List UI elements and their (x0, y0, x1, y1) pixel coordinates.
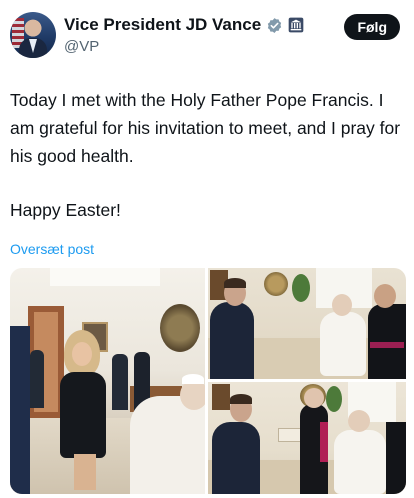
pope-robe (334, 430, 386, 494)
tweet-paragraph-1: Today I met with the Holy Father Pope Fr… (10, 90, 401, 166)
photo-hallway-greeting[interactable] (10, 268, 205, 494)
follow-button[interactable]: Følg (344, 14, 400, 40)
avatar[interactable] (10, 12, 56, 58)
person-background-2 (112, 354, 128, 410)
pope-head (180, 380, 205, 410)
photo-gift-exchange[interactable] (208, 382, 406, 494)
photo-seated-meeting[interactable] (208, 268, 406, 379)
pope-head (348, 410, 370, 432)
translate-link[interactable]: Oversæt post (10, 241, 94, 257)
priest-sash (370, 342, 404, 348)
plant (292, 274, 310, 302)
ceiling-light (50, 268, 160, 286)
wall-medallion (160, 304, 200, 352)
jd-suit (212, 422, 260, 494)
person-background-1 (30, 350, 44, 408)
pope-robe (320, 312, 366, 376)
gift-box (278, 428, 302, 442)
cardinal-head (304, 388, 324, 408)
priest-cassock (386, 422, 406, 494)
jd-hair (224, 278, 246, 288)
display-name[interactable]: Vice President JD Vance (64, 15, 261, 35)
pope-white-robe (130, 396, 205, 494)
woman-legs (74, 454, 96, 490)
cardinal-sash (320, 422, 328, 462)
person-left-edge (10, 326, 30, 494)
woman-face (72, 342, 92, 366)
wall-painting (212, 384, 230, 410)
tweet-header: Vice President JD Vance @VP Følg (8, 10, 406, 62)
jd-hair (230, 394, 252, 404)
pope-zucchetto (182, 374, 204, 384)
jd-suit (210, 302, 254, 379)
woman-dress (60, 372, 106, 458)
plant (326, 386, 342, 412)
pope-head (332, 294, 352, 316)
tweet-text: Today I met with the Holy Father Pope Fr… (10, 86, 406, 224)
wall-medallion (264, 272, 288, 296)
media-grid (10, 268, 406, 494)
verified-badge-icon (268, 17, 282, 33)
priest-head (374, 284, 396, 308)
tweet-paragraph-2: Happy Easter! (10, 200, 121, 220)
government-building-icon (288, 17, 304, 33)
name-row: Vice President JD Vance (64, 15, 304, 35)
handle[interactable]: @VP (64, 38, 99, 55)
